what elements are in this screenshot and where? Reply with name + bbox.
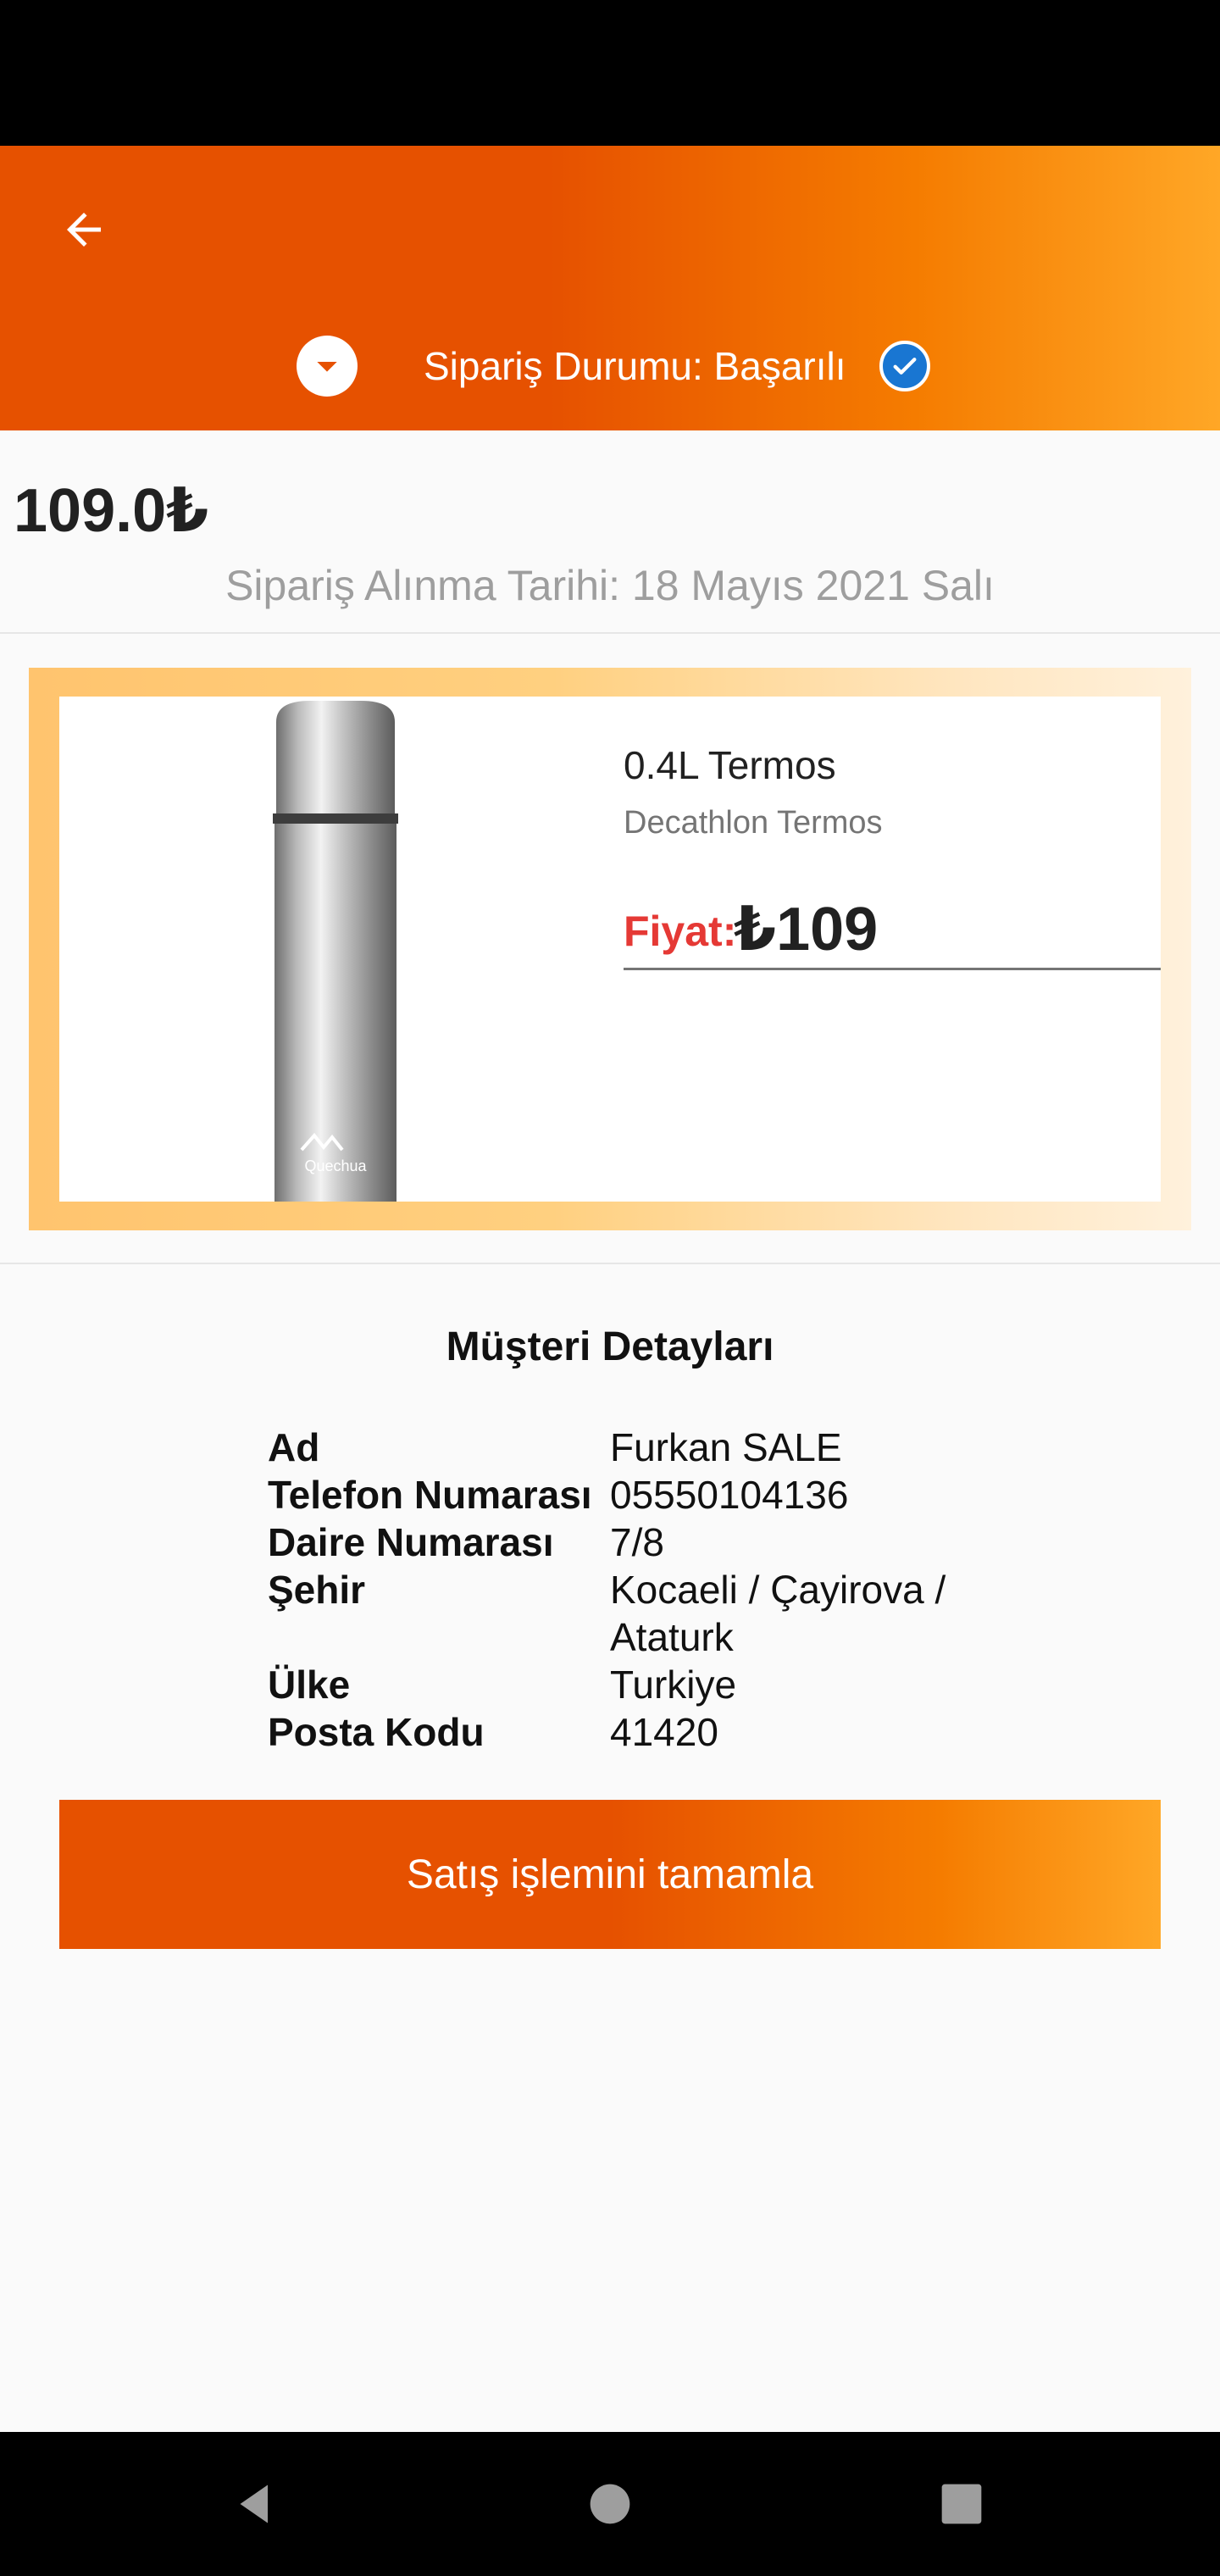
product-image-logo: Quechua (304, 1158, 367, 1174)
detail-key: Telefon Numarası (268, 1473, 592, 1517)
square-recents-icon (941, 2484, 982, 2524)
price-label: Fiyat: (624, 908, 737, 955)
detail-row-postal-code: Posta Kodu 41420 (268, 1708, 1030, 1756)
complete-sale-button[interactable]: Satış işlemini tamamla (59, 1800, 1161, 1949)
detail-key: Posta Kodu (268, 1710, 485, 1754)
product-card[interactable]: Quechua 0.4L Termos Decathlon Termos Fiy… (59, 697, 1161, 1202)
divider (0, 1263, 1220, 1264)
detail-row-name: Ad Furkan SALE (268, 1424, 1030, 1471)
app-header: Sipariş Durumu: Başarılı (0, 146, 1220, 430)
order-status-row: Sipariş Durumu: Başarılı (0, 334, 1220, 402)
order-total-price: 109.0₺ (14, 477, 209, 545)
detail-row-country: Ülke Turkiye (268, 1661, 1030, 1708)
product-brand: Decathlon Termos (624, 805, 883, 841)
detail-value: 05550104136 (610, 1473, 849, 1517)
detail-key: Şehir (268, 1568, 366, 1612)
detail-value: 41420 (610, 1710, 718, 1754)
back-button[interactable] (51, 197, 117, 263)
nav-back-button[interactable] (217, 2466, 293, 2542)
detail-key: Ad (268, 1425, 320, 1469)
system-nav-bar (0, 2432, 1220, 2576)
detail-row-city: Şehir Kocaeli / Çayirova / Ataturk (268, 1566, 1030, 1661)
status-bar (0, 0, 1220, 146)
customer-details-title: Müşteri Detayları (446, 1324, 774, 1369)
nav-recents-button[interactable] (923, 2466, 1000, 2542)
product-price-row: Fiyat: ₺109 (624, 890, 1161, 970)
customer-details-table: Ad Furkan SALE Telefon Numarası 05550104… (268, 1424, 1030, 1756)
circle-home-icon (590, 2484, 630, 2524)
arrow-left-icon (67, 213, 101, 247)
detail-key: Ülke (268, 1663, 351, 1707)
check-circle-icon (879, 341, 930, 391)
product-image: Quechua (273, 701, 398, 1202)
order-date: Sipariş Alınma Tarihi: 18 Mayıs 2021 Sal… (225, 562, 995, 609)
order-status-text: Sipariş Durumu: Başarılı (424, 344, 846, 388)
detail-row-phone: Telefon Numarası 05550104136 (268, 1471, 1030, 1518)
detail-value: Furkan SALE (610, 1425, 842, 1469)
nav-home-button[interactable] (572, 2466, 648, 2542)
status-dropdown-button[interactable] (297, 336, 358, 397)
detail-key: Daire Numarası (268, 1520, 554, 1564)
detail-row-apartment: Daire Numarası 7/8 (268, 1518, 1030, 1566)
detail-value: Turkiye (610, 1663, 737, 1707)
divider (0, 632, 1220, 634)
price-value: ₺109 (734, 896, 879, 963)
triangle-back-icon (240, 2484, 268, 2523)
chevron-down-icon (317, 362, 337, 372)
detail-value: Kocaeli / Çayirova / Ataturk (610, 1568, 946, 1659)
product-name: 0.4L Termos (624, 743, 836, 787)
detail-value: 7/8 (610, 1520, 664, 1564)
